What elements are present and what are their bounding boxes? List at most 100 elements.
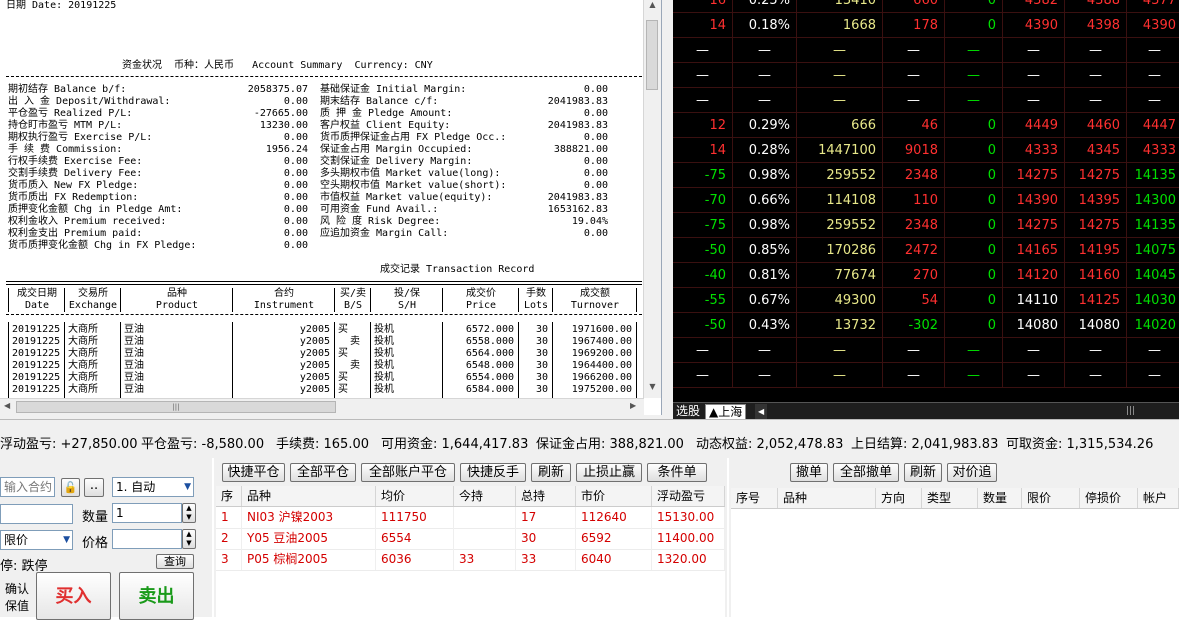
price-label: 价格 [82, 536, 109, 551]
sell-button[interactable]: 卖出 [119, 572, 194, 620]
trade-header-cn: 交易所 [78, 288, 108, 299]
quote-row[interactable]: -40 0.81% 77674 270 0 14120 14160 14045 [673, 263, 1179, 288]
tab-scroll-left-icon[interactable]: ◀ [755, 404, 768, 419]
price-type-select[interactable]: 限价 ▼ [0, 530, 73, 550]
toolbar-button[interactable]: 撤单 [790, 463, 828, 482]
position-row[interactable]: 1 NI03 沪镍2003 111750 17 112640 15130.00 [216, 507, 725, 529]
column-header[interactable]: 市价 [576, 486, 652, 506]
quote-row[interactable]: 14 0.18% 1668 178 0 4390 4398 4390 [673, 13, 1179, 38]
scroll-thumb[interactable]: ||| [16, 401, 336, 413]
scroll-up-icon[interactable]: ▲ [644, 0, 661, 14]
toolbar-button[interactable]: 快捷平仓 [222, 463, 285, 482]
price-stepper[interactable]: ▲ ▼ [182, 529, 196, 549]
column-header[interactable]: 浮动盈亏 [652, 486, 725, 506]
position-cell: 33 [516, 549, 576, 570]
toolbar-button[interactable]: 全部撤单 [833, 463, 899, 482]
quote-cell: — [1127, 38, 1179, 63]
quote-row[interactable]: — — — — — — — — [673, 88, 1179, 113]
column-header[interactable]: 序号 [731, 488, 778, 508]
summary-label: 货币质入 New FX Pledge: [8, 180, 139, 191]
quote-row[interactable]: 12 0.29% 666 46 0 4449 4460 4447 [673, 113, 1179, 138]
quote-cell: 0 [945, 113, 1003, 138]
position-row[interactable]: 2 Y05 豆油2005 6554 30 6592 11400.00 [216, 528, 725, 550]
column-header[interactable]: 停损价 [1080, 488, 1138, 508]
quote-row[interactable]: -75 0.98% 259552 2348 0 14275 14275 14135 [673, 213, 1179, 238]
toolbar-button[interactable]: 刷新 [531, 463, 571, 482]
scroll-thumb[interactable] [646, 20, 658, 90]
horizontal-scrollbar[interactable]: ◀ ||| ▶ [0, 398, 644, 416]
scroll-grip-icon[interactable]: ||| [1123, 404, 1138, 419]
quote-cell: -75 [673, 163, 733, 188]
toolbar-button[interactable]: 对价追 [947, 463, 997, 482]
qty-stepper[interactable]: ▲ ▼ [182, 503, 196, 523]
trade-cell: 投机 [374, 324, 394, 335]
toolbar-button[interactable]: 全部平仓 [290, 463, 356, 482]
quote-row[interactable]: -75 0.98% 259552 2348 0 14275 14275 14135 [673, 163, 1179, 188]
contract-input[interactable]: 输入合约 [0, 477, 55, 497]
quote-row[interactable]: -70 0.66% 114108 110 0 14390 14395 14300 [673, 188, 1179, 213]
quote-cell: — [673, 63, 733, 88]
column-header[interactable]: 均价 [376, 486, 454, 506]
quote-cell: 46 [883, 113, 945, 138]
quote-row[interactable]: — — — — — — — — [673, 63, 1179, 88]
quote-cell: 14135 [1127, 163, 1179, 188]
trade-cell: y2005 [299, 360, 330, 371]
column-divider [232, 288, 233, 312]
quote-cell: 12 [673, 113, 733, 138]
quote-row[interactable]: -50 0.43% 13732 -302 0 14080 14080 14020 [673, 313, 1179, 338]
summary-label: 多头期权市值 Market value(long): [320, 168, 501, 179]
column-header[interactable]: 帐户 [1138, 488, 1179, 508]
quote-row[interactable]: 14 0.28% 1447100 9018 0 4333 4345 4333 [673, 138, 1179, 163]
column-header[interactable]: 方向 [876, 488, 922, 508]
column-header[interactable]: 限价 [1022, 488, 1080, 508]
query-button[interactable]: 查询 [156, 554, 194, 569]
lock-icon[interactable]: 🔓 [61, 478, 80, 497]
quote-cell: — [797, 363, 883, 388]
price-input[interactable] [112, 529, 182, 549]
scroll-right-icon[interactable]: ▶ [630, 401, 636, 410]
trade-header-en: Price [465, 300, 497, 311]
column-header[interactable]: 总持 [516, 486, 576, 506]
position-row[interactable]: 3 P05 棕榈2005 6036 33 33 6040 1320.00 [216, 549, 725, 571]
toolbar-button[interactable]: 止损止赢 [576, 463, 642, 482]
toolbar-button[interactable]: 全部账户平仓 [361, 463, 455, 482]
tab-stock-picker[interactable]: 选股 [673, 404, 703, 419]
quote-cell: 77674 [797, 263, 883, 288]
column-header[interactable]: 品种 [242, 486, 376, 506]
more-button[interactable]: .. [84, 478, 104, 497]
summary-label: 基础保证金 Initial Margin: [320, 84, 467, 95]
quote-cell: 0.29% [733, 113, 797, 138]
trade-cell: 1967400.00 [571, 336, 632, 347]
positions-table-header: 序品种 均价 今持 总持 市价 浮动盈亏 [216, 486, 725, 507]
toolbar-button[interactable]: 条件单 [647, 463, 707, 482]
scroll-left-icon[interactable]: ◀ [4, 401, 10, 410]
qty-input[interactable]: 1 [112, 503, 182, 523]
summary-value: 0.00 [583, 168, 608, 179]
position-cell: 6554 [376, 528, 454, 549]
column-header[interactable]: 品种 [778, 488, 876, 508]
column-header[interactable]: 数量 [978, 488, 1022, 508]
quote-row[interactable]: -55 0.67% 49300 54 0 14110 14125 14030 [673, 288, 1179, 313]
trade-title: 成交记录 Transaction Record [380, 264, 535, 275]
quote-row[interactable]: — — — — — — — — [673, 38, 1179, 63]
account-field[interactable] [0, 504, 73, 524]
column-divider [232, 322, 233, 398]
buy-button[interactable]: 买入 [36, 572, 111, 620]
trade-cell: 30 [535, 348, 548, 359]
quote-cell: 0 [945, 138, 1003, 163]
toolbar-button[interactable]: 刷新 [904, 463, 942, 482]
quote-row[interactable]: — — — — — — — — [673, 363, 1179, 388]
column-header[interactable]: 今持 [454, 486, 516, 506]
mode-select[interactable]: 1. 自动 ▼ [112, 477, 194, 497]
position-cell: P05 棕榈2005 [242, 549, 376, 570]
quote-row[interactable]: — — — — — — — — [673, 338, 1179, 363]
scroll-down-icon[interactable]: ▼ [644, 382, 661, 396]
toolbar-button[interactable]: 快捷反手 [460, 463, 526, 482]
vertical-scrollbar[interactable]: ▲ ▼ [643, 0, 661, 398]
position-cell: 3 [216, 549, 242, 570]
column-divider [518, 322, 519, 398]
quote-cell: 14080 [1003, 313, 1065, 338]
column-header[interactable]: 类型 [922, 488, 978, 508]
quote-row[interactable]: -50 0.85% 170286 2472 0 14165 14195 14075 [673, 238, 1179, 263]
column-header[interactable]: 序 [216, 486, 242, 506]
